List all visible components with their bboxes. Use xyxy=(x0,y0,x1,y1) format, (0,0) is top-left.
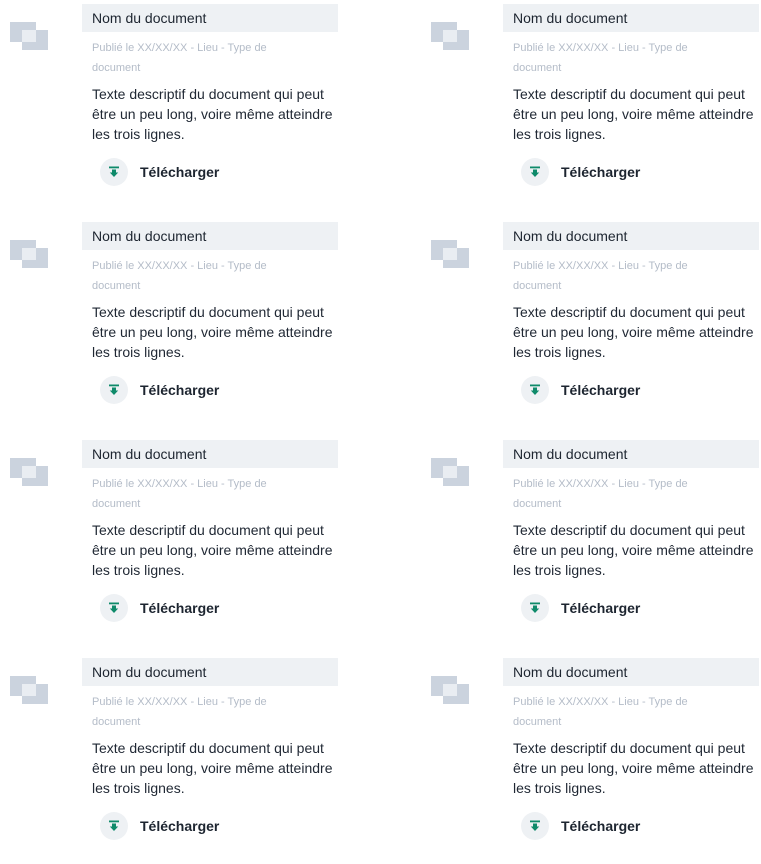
document-description: Texte descriptif du document qui peut êt… xyxy=(513,740,754,796)
document-card: Nom du document Publié le XX/XX/XX - Lie… xyxy=(421,0,761,210)
download-icon[interactable] xyxy=(521,376,549,404)
document-description: Texte descriptif du document qui peut êt… xyxy=(513,86,754,142)
download-icon[interactable] xyxy=(521,158,549,186)
document-thumbnail xyxy=(431,240,471,270)
document-title[interactable]: Nom du document xyxy=(82,440,338,468)
document-meta: Publié le XX/XX/XX - Lieu - Type de docum… xyxy=(92,42,267,74)
document-meta: Publié le XX/XX/XX - Lieu - Type de docum… xyxy=(92,696,267,728)
download-icon[interactable] xyxy=(100,812,128,840)
document-description: Texte descriptif du document qui peut êt… xyxy=(92,740,333,796)
document-title[interactable]: Nom du document xyxy=(82,4,338,32)
document-description: Texte descriptif du document qui peut êt… xyxy=(513,304,754,360)
download-button[interactable]: Télécharger xyxy=(521,158,640,186)
document-title[interactable]: Nom du document xyxy=(503,658,759,686)
document-card: Nom du document Publié le XX/XX/XX - Lie… xyxy=(0,436,340,646)
document-meta: Publié le XX/XX/XX - Lieu - Type de docum… xyxy=(513,696,688,728)
download-button[interactable]: Télécharger xyxy=(100,158,219,186)
download-icon[interactable] xyxy=(100,158,128,186)
document-card: Nom du document Publié le XX/XX/XX - Lie… xyxy=(0,654,340,864)
document-title[interactable]: Nom du document xyxy=(82,658,338,686)
document-description: Texte descriptif du document qui peut êt… xyxy=(92,522,333,578)
download-label[interactable]: Télécharger xyxy=(140,818,219,834)
document-card: Nom du document Publié le XX/XX/XX - Lie… xyxy=(0,0,340,210)
document-description: Texte descriptif du document qui peut êt… xyxy=(92,304,333,360)
document-meta: Publié le XX/XX/XX - Lieu - Type de docum… xyxy=(92,478,267,510)
document-description: Texte descriptif du document qui peut êt… xyxy=(513,522,754,578)
document-grid: Nom du document Publié le XX/XX/XX - Lie… xyxy=(0,0,761,840)
download-button[interactable]: Télécharger xyxy=(100,376,219,404)
download-label[interactable]: Télécharger xyxy=(561,600,640,616)
document-thumbnail xyxy=(10,676,50,706)
download-label[interactable]: Télécharger xyxy=(561,382,640,398)
download-icon[interactable] xyxy=(521,812,549,840)
document-meta: Publié le XX/XX/XX - Lieu - Type de docum… xyxy=(513,260,688,292)
document-card: Nom du document Publié le XX/XX/XX - Lie… xyxy=(0,218,340,428)
document-meta: Publié le XX/XX/XX - Lieu - Type de docum… xyxy=(513,42,688,74)
download-label[interactable]: Télécharger xyxy=(140,164,219,180)
download-label[interactable]: Télécharger xyxy=(140,600,219,616)
document-card: Nom du document Publié le XX/XX/XX - Lie… xyxy=(421,218,761,428)
document-thumbnail xyxy=(10,240,50,270)
document-title[interactable]: Nom du document xyxy=(503,222,759,250)
download-icon[interactable] xyxy=(521,594,549,622)
document-meta: Publié le XX/XX/XX - Lieu - Type de docum… xyxy=(513,478,688,510)
document-title[interactable]: Nom du document xyxy=(503,4,759,32)
download-button[interactable]: Télécharger xyxy=(100,594,219,622)
document-thumbnail xyxy=(431,22,471,52)
download-label[interactable]: Télécharger xyxy=(561,818,640,834)
download-button[interactable]: Télécharger xyxy=(521,594,640,622)
document-meta: Publié le XX/XX/XX - Lieu - Type de docum… xyxy=(92,260,267,292)
download-label[interactable]: Télécharger xyxy=(561,164,640,180)
download-button[interactable]: Télécharger xyxy=(521,376,640,404)
document-description: Texte descriptif du document qui peut êt… xyxy=(92,86,333,142)
document-thumbnail xyxy=(10,458,50,488)
download-button[interactable]: Télécharger xyxy=(100,812,219,840)
document-thumbnail xyxy=(431,676,471,706)
document-title[interactable]: Nom du document xyxy=(503,440,759,468)
document-title[interactable]: Nom du document xyxy=(82,222,338,250)
download-icon[interactable] xyxy=(100,376,128,404)
download-button[interactable]: Télécharger xyxy=(521,812,640,840)
document-thumbnail xyxy=(10,22,50,52)
document-thumbnail xyxy=(431,458,471,488)
document-card: Nom du document Publié le XX/XX/XX - Lie… xyxy=(421,436,761,646)
document-card: Nom du document Publié le XX/XX/XX - Lie… xyxy=(421,654,761,864)
download-label[interactable]: Télécharger xyxy=(140,382,219,398)
download-icon[interactable] xyxy=(100,594,128,622)
